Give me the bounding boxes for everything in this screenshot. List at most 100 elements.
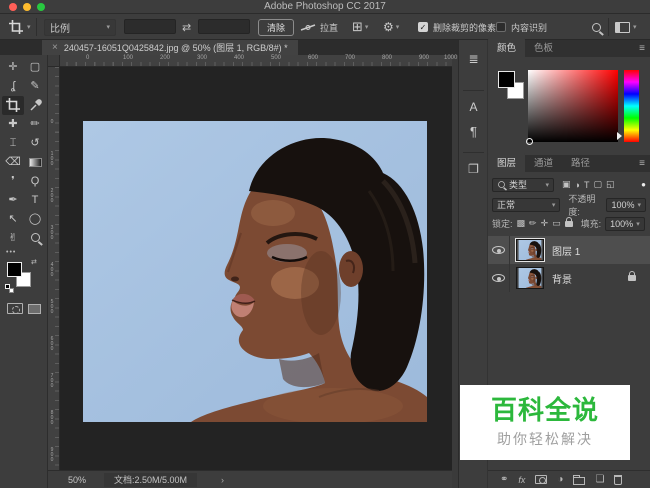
search-icon: [592, 23, 601, 32]
type-tool[interactable]: T: [24, 191, 46, 210]
delete-cropped-pixels-checkbox[interactable]: ✓ 删除裁剪的像素: [418, 14, 496, 40]
tab-channels[interactable]: 通道: [525, 153, 562, 172]
visibility-toggle[interactable]: [488, 236, 510, 264]
move-tool[interactable]: ✛: [2, 58, 24, 77]
fill-value[interactable]: 100% ▾: [605, 217, 645, 231]
delete-layer-button[interactable]: [614, 475, 622, 485]
foreground-color-swatch[interactable]: [498, 71, 515, 88]
rectangular-marquee-tool[interactable]: ▢: [24, 58, 46, 77]
layer-style-button[interactable]: fx: [518, 475, 525, 485]
screen-mode-button[interactable]: [28, 304, 41, 314]
opacity-value[interactable]: 100% ▾: [606, 198, 646, 212]
brush-tool[interactable]: ✏: [24, 115, 46, 134]
foreground-color-swatch[interactable]: [7, 262, 22, 277]
lock-paint-icon[interactable]: ✏: [529, 218, 537, 229]
crop-width-input[interactable]: [124, 19, 176, 34]
default-colors-icon[interactable]: [5, 284, 10, 289]
eraser-tool[interactable]: ⌫: [2, 153, 24, 172]
visibility-toggle[interactable]: [488, 264, 510, 292]
clone-stamp-tool[interactable]: ⌶: [2, 134, 24, 153]
filter-smart-object-icon[interactable]: ◱: [606, 179, 615, 190]
tab-paths[interactable]: 路径: [562, 153, 599, 172]
layer-row-1[interactable]: 图层 1: [488, 236, 650, 264]
paragraph-panel-icon[interactable]: ¶: [459, 124, 488, 139]
blend-mode-select[interactable]: 正常 ▾: [492, 198, 560, 212]
filter-type-select[interactable]: 类型 ▾: [492, 178, 554, 192]
layer-name[interactable]: 图层 1: [552, 243, 580, 258]
filter-type-icon[interactable]: T: [584, 180, 590, 190]
close-tab-icon[interactable]: ×: [52, 42, 58, 53]
ellipse-shape-tool[interactable]: ◯: [24, 210, 46, 229]
status-options-chevron[interactable]: ›: [221, 475, 224, 485]
layer-name[interactable]: 背景: [552, 271, 572, 286]
document-tab[interactable]: × 240457-16051Q0425842.jpg @ 50% (图层 1, …: [42, 40, 298, 55]
panel-menu-icon[interactable]: ≡: [639, 43, 645, 54]
lasso-tool[interactable]: ʆ: [2, 77, 24, 96]
dodge-tool[interactable]: Ϙ: [24, 172, 46, 191]
filter-adjustment-icon[interactable]: ◑: [575, 180, 580, 190]
document-image[interactable]: [83, 121, 427, 422]
panel-menu-icon[interactable]: ≡: [639, 158, 645, 169]
spot-healing-tool[interactable]: ✚: [2, 115, 24, 134]
saturation-brightness-field[interactable]: [528, 70, 618, 142]
filter-pixel-icon[interactable]: ▣: [562, 179, 571, 190]
hue-slider[interactable]: [624, 70, 639, 142]
layer-row-background[interactable]: 背景: [488, 264, 650, 292]
search-button[interactable]: [592, 14, 601, 40]
hand-tool[interactable]: ✌: [2, 229, 24, 248]
history-brush-tool[interactable]: ↺: [24, 134, 46, 153]
lock-transparency-icon[interactable]: ▩: [517, 218, 526, 229]
character-panel-icon[interactable]: A: [459, 100, 488, 114]
zoom-tool[interactable]: [24, 229, 46, 248]
delete-cropped-pixels-label: 删除裁剪的像素: [433, 21, 496, 34]
zoom-level-field[interactable]: 50%: [68, 475, 86, 485]
crop-settings-button[interactable]: ⚙ ▾: [383, 14, 399, 40]
adjustment-layer-button[interactable]: ◑: [557, 474, 563, 485]
straighten-button[interactable]: 拉直: [300, 14, 338, 40]
layer-thumbnail[interactable]: [516, 267, 544, 289]
new-group-button[interactable]: [573, 477, 585, 485]
tab-color[interactable]: 颜色: [488, 38, 525, 57]
quick-selection-tool[interactable]: ✎: [24, 77, 46, 96]
horizontal-ruler[interactable]: 0 100 200 300 400 500 600 700 800 900 10…: [48, 55, 452, 67]
crop-ratio-select[interactable]: 比例 ▾: [44, 14, 116, 40]
vertical-ruler[interactable]: 0 100 200 300 400 500 600 700 800 900: [48, 67, 60, 470]
gradient-tool[interactable]: [24, 153, 46, 172]
ruler-label: 700: [345, 55, 355, 61]
ruler-label: 600: [308, 55, 318, 61]
pen-tool[interactable]: ✒: [2, 191, 24, 210]
quick-mask-button[interactable]: [7, 303, 23, 314]
workspace-switcher-button[interactable]: ▾: [615, 14, 637, 40]
crop-tool[interactable]: [2, 96, 24, 115]
content-aware-checkbox[interactable]: 内容识别: [496, 14, 547, 40]
hue-slider-marker[interactable]: [617, 132, 622, 140]
lock-artboard-icon[interactable]: ▭: [552, 218, 561, 229]
path-selection-tool[interactable]: ↖: [2, 210, 24, 229]
current-tool-button[interactable]: ▾: [8, 14, 31, 40]
chevron-down-icon: ▾: [636, 220, 640, 228]
lock-position-icon[interactable]: ✛: [541, 218, 549, 229]
filter-toggle-icon[interactable]: ●: [641, 180, 646, 189]
link-layers-button[interactable]: ⚭: [500, 474, 508, 485]
opacity-label: 不透明度:: [568, 192, 602, 218]
chevron-down-icon: ▾: [396, 23, 400, 31]
color-picker-marker[interactable]: [526, 138, 533, 145]
clear-button[interactable]: 清除: [258, 14, 294, 40]
new-layer-button[interactable]: ❏: [595, 474, 604, 485]
edit-toolbar-button[interactable]: •••: [6, 249, 16, 256]
adjustments-panel-icon[interactable]: ≣: [459, 52, 488, 66]
crop-height-input[interactable]: [198, 19, 250, 34]
tab-swatches[interactable]: 色板: [525, 38, 562, 57]
status-bar: 50% 文档:2.50M/5.00M ›: [48, 470, 452, 488]
libraries-panel-icon[interactable]: ❐: [459, 162, 488, 176]
filter-shape-icon[interactable]: ▢: [593, 179, 602, 190]
overlay-options-button[interactable]: ⊞ ▾: [352, 14, 368, 40]
lock-all-icon[interactable]: [565, 221, 573, 227]
add-mask-button[interactable]: [535, 475, 547, 484]
blur-tool[interactable]: ❜: [2, 172, 24, 191]
swap-dimensions-icon[interactable]: ⇄: [182, 14, 191, 40]
eyedropper-tool[interactable]: [24, 96, 46, 115]
swap-colors-icon[interactable]: ⇄: [31, 258, 37, 266]
layer-thumbnail[interactable]: [516, 239, 544, 261]
tab-layers[interactable]: 图层: [488, 153, 525, 172]
